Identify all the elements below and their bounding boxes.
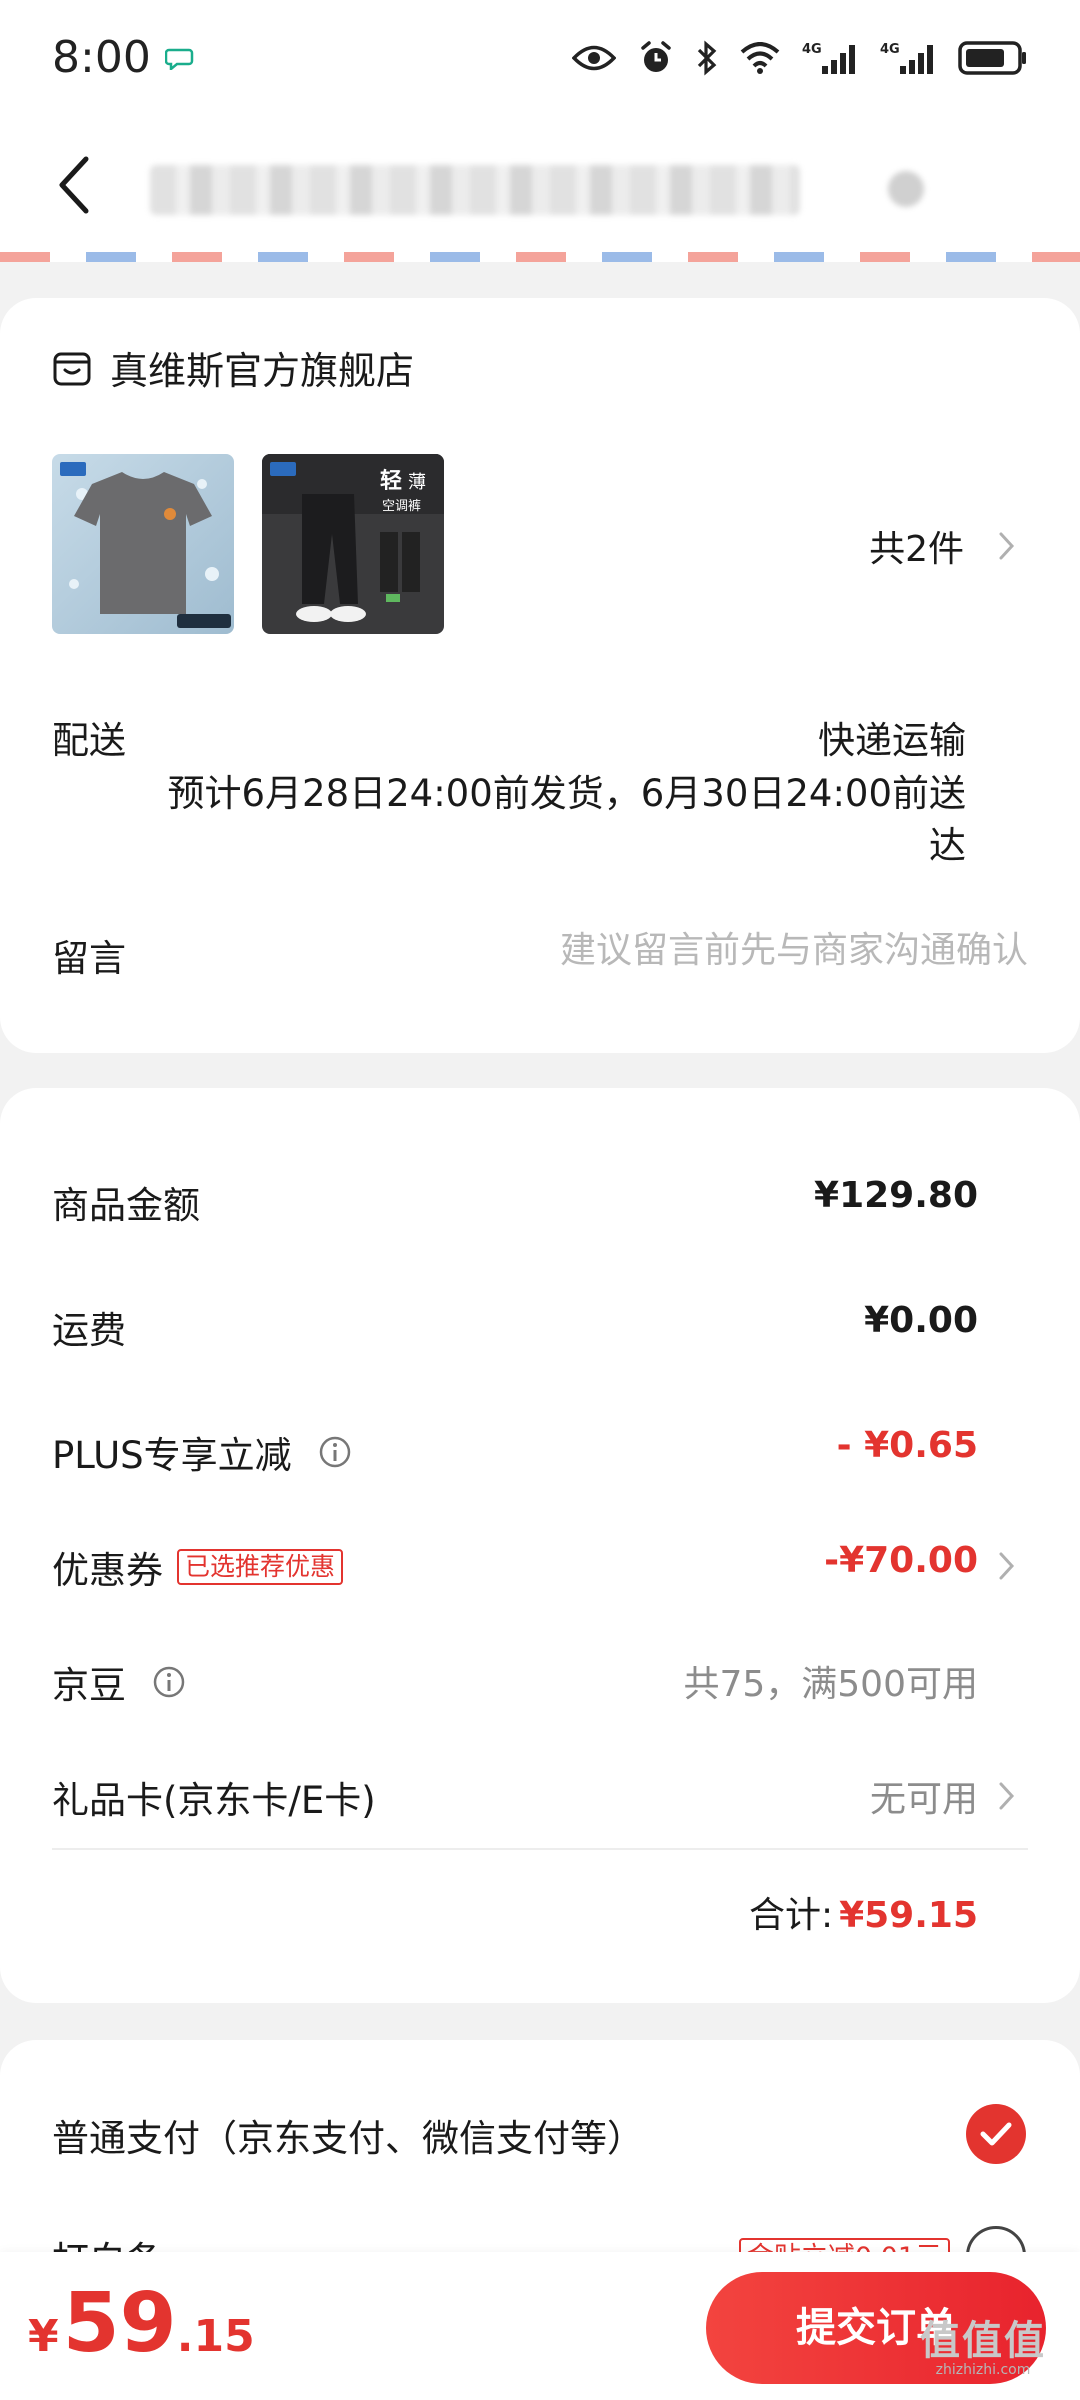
chevron-right-icon (999, 532, 1015, 560)
plus-discount-text: PLUS专享立减 (52, 1434, 292, 1477)
delivery-eta: 预计6月28日24:00前发货，6月30日24:00前送达 (167, 772, 967, 867)
coupon-tag: 已选推荐优惠 (177, 1549, 344, 1585)
svg-text:4G: 4G (802, 42, 822, 57)
svg-text:轻: 轻 (380, 468, 402, 494)
airmail-border (0, 252, 1080, 262)
divider (52, 1848, 1028, 1850)
chevron-right-icon (999, 1782, 1015, 1810)
goods-amount-row: 商品金额 ¥129.80 (0, 1165, 1080, 1245)
pay-amount-dec: .15 (176, 2311, 255, 2362)
coupon-label: 优惠券 已选推荐优惠 (52, 1540, 344, 1594)
status-time: 8:00 (52, 32, 151, 83)
jingdou-label-text: 京豆 (52, 1664, 126, 1707)
jingdou-label: 京豆 (52, 1655, 186, 1709)
chat-bubble-icon (164, 48, 194, 70)
submit-order-button[interactable]: 提交订单 (706, 2272, 1046, 2384)
svg-text:空调裤: 空调裤 (382, 499, 421, 514)
info-icon[interactable] (152, 1665, 186, 1699)
svg-text:薄: 薄 (408, 472, 426, 493)
payment-option-normal-label: 普通支付（京东支付、微信支付等） (52, 2117, 644, 2160)
tshirt-image (52, 454, 234, 634)
plus-discount-value: - ¥0.65 (836, 1425, 978, 1466)
info-icon[interactable] (318, 1435, 352, 1469)
plus-discount-label: PLUS专享立减 (52, 1425, 352, 1479)
svg-text:4G: 4G (880, 42, 900, 57)
shipping-value: ¥0.00 (864, 1300, 978, 1341)
signal-4g-icon: 4G (802, 42, 855, 74)
product-count[interactable]: 共2件 (869, 520, 1016, 572)
product-thumbnail-pants[interactable]: 轻 薄 空调裤 (262, 454, 444, 634)
giftcard-label: 礼品卡(京东卡/E卡) (52, 1779, 376, 1822)
goods-amount-label: 商品金额 (52, 1184, 200, 1227)
jingdou-row: 京豆 共75，满500可用 (0, 1645, 1080, 1725)
order-confirm-page: 8:00 4G 4G 真维斯官方旗舰店 轻 薄 空调裤 共2件 配送 快递运输 … (0, 0, 1080, 2400)
message-label: 留言 (52, 937, 126, 980)
checkmark-icon (980, 2122, 1012, 2146)
shipping-label: 运费 (52, 1309, 126, 1352)
chevron-right-icon (999, 1552, 1015, 1580)
blurred-address[interactable] (150, 165, 800, 215)
total-row: 合计: ¥59.15 (749, 1886, 978, 1938)
delivery-label: 配送 (52, 719, 126, 762)
giftcard-value: 无可用 (869, 1779, 978, 1820)
wifi-icon (740, 41, 780, 74)
pay-amount: ¥ 59 .15 (28, 2276, 255, 2371)
bluetooth-icon (697, 39, 717, 76)
pay-currency: ¥ (28, 2311, 59, 2362)
total-value: ¥59.15 (839, 1895, 978, 1936)
nav-bar (0, 115, 1080, 255)
shop-name: 真维斯官方旗舰店 (110, 349, 415, 393)
coupon-label-text: 优惠券 (52, 1549, 163, 1592)
giftcard-row[interactable]: 礼品卡(京东卡/E卡) 无可用 (0, 1760, 1080, 1840)
pay-amount-int: 59 (62, 2276, 177, 2371)
product-thumbnail-tshirt[interactable] (52, 454, 234, 634)
coupon-value: -¥70.00 (824, 1540, 978, 1581)
delivery-method[interactable]: 快递运输 (818, 710, 966, 764)
battery-icon (958, 40, 1026, 75)
jingdou-value: 共75，满500可用 (683, 1664, 978, 1705)
payment-option-normal[interactable]: 普通支付（京东支付、微信支付等） (0, 2090, 1080, 2180)
shipping-row: 运费 ¥0.00 (0, 1290, 1080, 1370)
pants-image: 轻 薄 空调裤 (262, 454, 444, 634)
goods-amount-value: ¥129.80 (814, 1175, 978, 1216)
status-icons: 4G 4G (572, 39, 1028, 76)
blurred-nav-icon (888, 171, 924, 207)
alarm-icon (641, 40, 671, 72)
radio-checked[interactable] (966, 2104, 1026, 2164)
shop-header[interactable]: 真维斯官方旗舰店 (52, 340, 414, 395)
status-bar: 8:00 4G 4G (0, 0, 1080, 115)
product-count-text: 共2件 (869, 529, 964, 570)
plus-discount-row: PLUS专享立减 - ¥0.65 (0, 1415, 1080, 1495)
message-input[interactable] (468, 920, 1028, 980)
bottom-bar: ¥ 59 .15 提交订单 (0, 2252, 1080, 2400)
coupon-row[interactable]: 优惠券 已选推荐优惠 -¥70.00 (0, 1530, 1080, 1610)
signal-4g-icon-2: 4G (880, 42, 933, 74)
back-icon[interactable] (52, 153, 96, 217)
eye-icon (572, 45, 616, 70)
store-icon (53, 352, 91, 385)
shop-card: 真维斯官方旗舰店 轻 薄 空调裤 共2件 配送 快递运输 预计6月28日24:0… (0, 298, 1080, 1053)
price-summary-card: 商品金额 ¥129.80 运费 ¥0.00 PLUS专享立减 - ¥0.65 优… (0, 1088, 1080, 2003)
total-label: 合计: (748, 1895, 834, 1936)
